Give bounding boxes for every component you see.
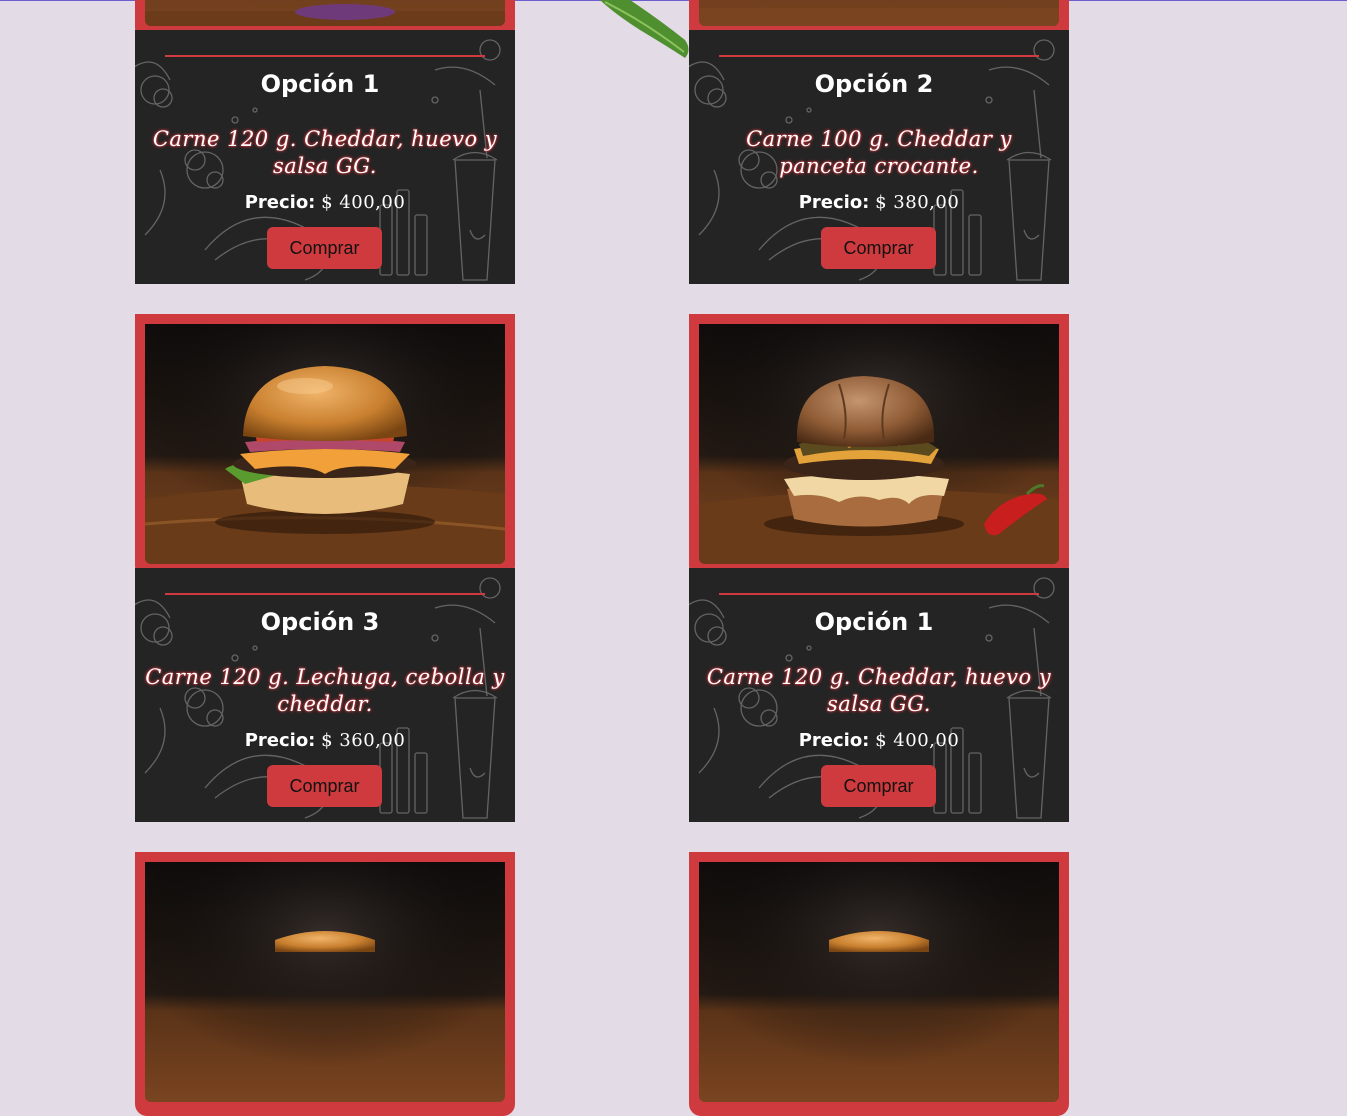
buy-button[interactable]: Comprar <box>821 765 936 807</box>
price-line: Precio: $ 380,00 <box>689 192 1069 213</box>
price-value: $ 360,00 <box>321 730 406 751</box>
price-value: $ 380,00 <box>875 192 960 213</box>
price-label: Precio: <box>244 730 316 751</box>
burger-photo <box>699 0 1059 26</box>
divider <box>719 55 1039 57</box>
photo-frame <box>135 314 515 578</box>
option-title: Opción 3 <box>260 608 380 636</box>
photo-frame <box>689 314 1069 578</box>
price-label: Precio: <box>798 730 870 751</box>
burger-photo <box>699 862 1059 1102</box>
option-description: Carne 120 g. Cheddar, huevo y salsa GG. <box>152 127 498 178</box>
price-line: Precio: $ 400,00 <box>135 192 515 213</box>
price-label: Precio: <box>798 192 870 213</box>
photo-frame <box>689 852 1069 1116</box>
divider <box>719 593 1039 595</box>
buy-button[interactable]: Comprar <box>267 765 382 807</box>
leaf-decoration <box>600 0 689 58</box>
card-info: Opción 1 Carne 120 g. Cheddar, huevo y s… <box>135 30 515 284</box>
burger-photo <box>699 324 1059 564</box>
option-description: Carne 100 g. Cheddar y panceta crocante. <box>746 127 1012 178</box>
card-info: Opción 2 Carne 100 g. Cheddar y panceta … <box>689 30 1069 284</box>
option-title: Opción 1 <box>814 608 934 636</box>
photo-frame <box>135 852 515 1116</box>
divider <box>165 593 485 595</box>
price-value: $ 400,00 <box>321 192 406 213</box>
option-description: Carne 120 g. Cheddar, huevo y salsa GG. <box>706 665 1052 716</box>
option-title: Opción 2 <box>814 70 934 98</box>
price-line: Precio: $ 400,00 <box>689 730 1069 751</box>
divider <box>165 55 485 57</box>
card-info: Opción 1 Carne 120 g. Cheddar, huevo y s… <box>689 568 1069 822</box>
price-label: Precio: <box>244 192 316 213</box>
buy-button[interactable]: Comprar <box>267 227 382 269</box>
buy-button[interactable]: Comprar <box>821 227 936 269</box>
card-info: Opción 3 Carne 120 g. Lechuga, cebolla y… <box>135 568 515 822</box>
price-line: Precio: $ 360,00 <box>135 730 515 751</box>
burger-photo <box>145 862 505 1102</box>
price-value: $ 400,00 <box>875 730 960 751</box>
option-description: Carne 120 g. Lechuga, cebolla y cheddar. <box>145 665 505 716</box>
option-title: Opción 1 <box>260 70 380 98</box>
burger-photo <box>145 0 505 26</box>
burger-photo <box>145 324 505 564</box>
